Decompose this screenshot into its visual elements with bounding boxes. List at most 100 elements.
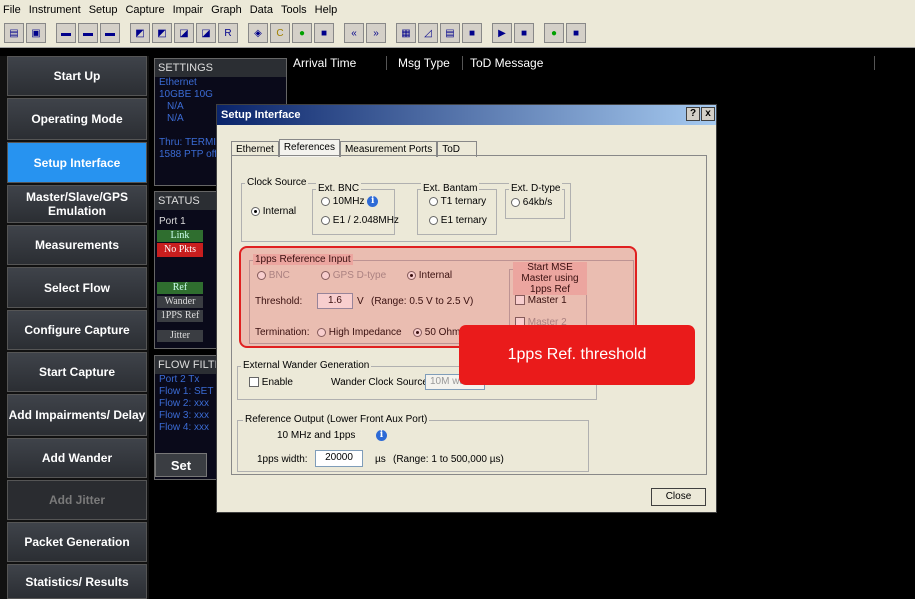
wander-clock-source-label: Wander Clock Source: bbox=[331, 377, 431, 388]
config-icon[interactable]: ◩ bbox=[152, 23, 172, 43]
dialog-titlebar[interactable]: Setup Interface ? x bbox=[217, 105, 716, 125]
nav-packet-generation[interactable]: Packet Generation bbox=[7, 522, 147, 562]
menu-graph[interactable]: Graph bbox=[211, 4, 242, 16]
radio-e1-ternary[interactable] bbox=[429, 215, 438, 225]
col-divider bbox=[386, 56, 387, 70]
dialog-title: Setup Interface bbox=[221, 109, 301, 121]
status-no-pkts: No Pkts bbox=[157, 243, 203, 257]
col-tod-message[interactable]: ToD Message bbox=[470, 56, 543, 70]
record-icon[interactable]: R bbox=[218, 23, 238, 43]
color-icon[interactable]: ◈ bbox=[248, 23, 268, 43]
bantam-t1-option[interactable]: T1 ternary bbox=[429, 196, 486, 208]
10mhz-label: 10MHz bbox=[332, 196, 365, 208]
nav-add-jitter: Add Jitter bbox=[7, 480, 147, 520]
forward-icon[interactable]: » bbox=[366, 23, 386, 43]
status-ref: Ref bbox=[157, 282, 203, 294]
menu-setup[interactable]: Setup bbox=[89, 4, 118, 16]
menu-help[interactable]: Help bbox=[315, 4, 338, 16]
menu-file[interactable]: File bbox=[3, 4, 21, 16]
radio-e1[interactable] bbox=[321, 215, 330, 225]
config-icon[interactable]: ◪ bbox=[196, 23, 216, 43]
menu-tools[interactable]: Tools bbox=[281, 4, 307, 16]
nav-operating-mode[interactable]: Operating Mode bbox=[7, 98, 147, 140]
port-icon[interactable]: ▬ bbox=[100, 23, 120, 43]
wander-enable-option[interactable]: Enable bbox=[249, 377, 293, 389]
radio-10mhz[interactable] bbox=[321, 197, 330, 206]
nav-configure-capture[interactable]: Configure Capture bbox=[7, 310, 147, 350]
pps-width-label: 1pps width: bbox=[257, 454, 308, 465]
set-button[interactable]: Set bbox=[155, 453, 207, 477]
ping-icon[interactable]: ● bbox=[544, 23, 564, 43]
wander-label: External Wander Generation bbox=[241, 360, 372, 371]
close-icon[interactable]: x bbox=[701, 107, 715, 121]
status-1pps-ref: 1PPS Ref bbox=[157, 310, 203, 322]
grid-icon[interactable]: ▦ bbox=[396, 23, 416, 43]
dtype-64k-option[interactable]: 64kb/s bbox=[511, 197, 552, 209]
open-icon[interactable]: ▤ bbox=[4, 23, 24, 43]
t1-label: T1 ternary bbox=[440, 196, 487, 207]
table-icon[interactable]: ▤ bbox=[440, 23, 460, 43]
menu-data[interactable]: Data bbox=[250, 4, 273, 16]
ref-output-freq: 10 MHz and 1pps bbox=[277, 430, 356, 441]
col-msg-type[interactable]: Msg Type bbox=[398, 56, 450, 70]
nav-master-slave-gps[interactable]: Master/Slave/GPS Emulation bbox=[7, 185, 147, 223]
bnc-e1-option[interactable]: E1 / 2.048MHz bbox=[321, 215, 399, 227]
radio-internal[interactable] bbox=[251, 206, 260, 216]
64kbs-label: 64kb/s bbox=[522, 197, 553, 208]
info-icon[interactable]: i bbox=[376, 430, 387, 441]
nav-setup-interface[interactable]: Setup Interface bbox=[7, 142, 147, 183]
bantam-e1-option[interactable]: E1 ternary bbox=[429, 215, 487, 227]
save-icon[interactable]: ▣ bbox=[26, 23, 46, 43]
stop-icon[interactable]: ■ bbox=[314, 23, 334, 43]
dialog-tabs: Ethernet References Measurement Ports To… bbox=[231, 139, 478, 157]
ref-output-label: Reference Output (Lower Front Aux Port) bbox=[243, 414, 430, 425]
menu-capture[interactable]: Capture bbox=[125, 4, 164, 16]
menu-impair[interactable]: Impair bbox=[173, 4, 204, 16]
help-icon[interactable]: ? bbox=[686, 107, 700, 121]
ext-bantam-label: Ext. Bantam bbox=[421, 183, 480, 194]
nav-add-wander[interactable]: Add Wander bbox=[7, 438, 147, 478]
port-icon[interactable]: ▬ bbox=[78, 23, 98, 43]
play-icon[interactable]: ▶ bbox=[492, 23, 512, 43]
callout-label: 1pps Ref. threshold bbox=[459, 325, 695, 385]
radio-64kbs[interactable] bbox=[511, 197, 520, 207]
toolbar: ▤ ▣ ▬ ▬ ▬ ◩ ◩ ◪ ◪ R ◈ C ● ■ « » ▦ ◿ ▤ ■ … bbox=[0, 19, 915, 48]
nav-select-flow[interactable]: Select Flow bbox=[7, 267, 147, 308]
nav-measurements[interactable]: Measurements bbox=[7, 225, 147, 265]
pps-width-unit: µs bbox=[375, 454, 386, 465]
port-icon[interactable]: ▬ bbox=[56, 23, 76, 43]
table-icon[interactable]: ■ bbox=[462, 23, 482, 43]
nav-start-capture[interactable]: Start Capture bbox=[7, 352, 147, 392]
clock-internal-option[interactable]: Internal bbox=[251, 206, 296, 218]
pause-icon[interactable]: ■ bbox=[566, 23, 586, 43]
stop-icon[interactable]: ■ bbox=[514, 23, 534, 43]
menu-instrument[interactable]: Instrument bbox=[29, 4, 81, 16]
settings-line: 10GBE 10G bbox=[159, 89, 213, 100]
status-link: Link bbox=[157, 230, 203, 242]
nav-add-impairments[interactable]: Add Impairments/ Delay bbox=[7, 394, 147, 436]
nav-start-up[interactable]: Start Up bbox=[7, 56, 147, 96]
col-arrival-time[interactable]: Arrival Time bbox=[293, 56, 356, 70]
settings-line: Ethernet bbox=[159, 77, 197, 88]
close-button[interactable]: Close bbox=[651, 488, 706, 506]
nav-statistics-results[interactable]: Statistics/ Results bbox=[7, 564, 147, 599]
ext-dtype-label: Ext. D-type bbox=[509, 183, 563, 194]
checkbox-enable[interactable] bbox=[249, 377, 259, 388]
e1-label: E1 / 2.048MHz bbox=[332, 215, 399, 226]
clock-source-label: Clock Source bbox=[245, 177, 309, 188]
color-icon[interactable]: C bbox=[270, 23, 290, 43]
bnc-10mhz-option[interactable]: 10MHz i bbox=[321, 196, 379, 208]
info-icon[interactable]: i bbox=[367, 196, 379, 207]
enable-label: Enable bbox=[261, 377, 293, 388]
power-icon[interactable]: ● bbox=[292, 23, 312, 43]
status-jitter: Jitter bbox=[157, 330, 203, 342]
config-icon[interactable]: ◪ bbox=[174, 23, 194, 43]
config-icon[interactable]: ◩ bbox=[130, 23, 150, 43]
pps-width-input[interactable]: 20000 bbox=[315, 450, 363, 467]
col-divider bbox=[462, 56, 463, 70]
rewind-icon[interactable]: « bbox=[344, 23, 364, 43]
radio-t1[interactable] bbox=[429, 196, 438, 206]
settings-title: SETTINGS bbox=[155, 59, 286, 77]
e1-ternary-label: E1 ternary bbox=[440, 215, 487, 226]
chart-icon[interactable]: ◿ bbox=[418, 23, 438, 43]
